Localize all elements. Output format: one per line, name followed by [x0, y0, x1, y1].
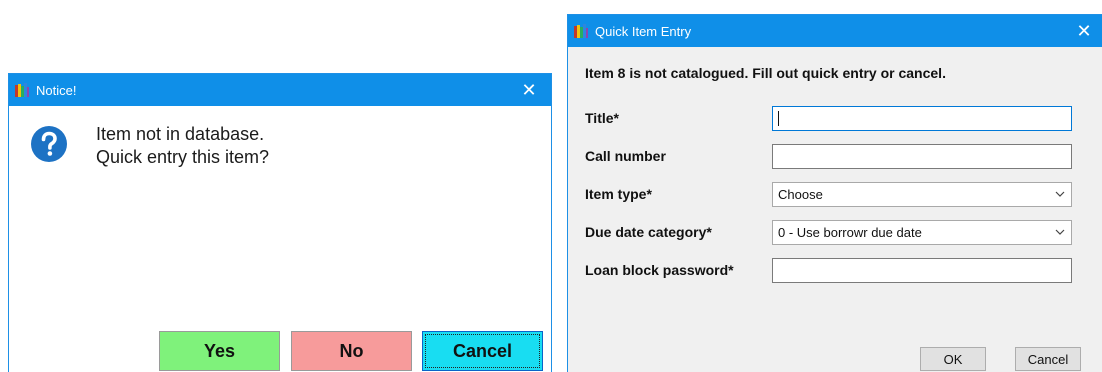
due-date-category-label: Due date category* — [585, 224, 712, 240]
chevron-down-icon — [1055, 229, 1065, 235]
quick-entry-dialog: Quick Item Entry ✕ Item 8 is not catalog… — [567, 14, 1102, 372]
title-field[interactable] — [772, 106, 1072, 131]
app-icon — [15, 83, 29, 97]
item-type-select[interactable]: Choose — [772, 182, 1072, 207]
quick-entry-titlebar[interactable]: Quick Item Entry ✕ — [568, 15, 1102, 47]
close-icon: ✕ — [1076, 20, 1092, 41]
cancel-button[interactable]: Cancel — [422, 331, 543, 371]
notice-message: Item not in database. Quick entry this i… — [96, 123, 269, 169]
item-type-label: Item type* — [585, 186, 652, 202]
ok-button[interactable]: OK — [920, 347, 986, 371]
quick-entry-heading: Item 8 is not catalogued. Fill out quick… — [585, 65, 946, 81]
loan-block-password-label: Loan block password* — [585, 262, 734, 278]
yes-button[interactable]: Yes — [159, 331, 280, 371]
notice-title: Notice! — [36, 82, 77, 98]
call-number-field[interactable] — [772, 144, 1072, 169]
chevron-down-icon — [1055, 191, 1065, 197]
notice-close-button[interactable]: ✕ — [507, 74, 551, 106]
question-icon — [31, 126, 67, 162]
item-type-selected: Choose — [778, 187, 823, 202]
notice-message-line2: Quick entry this item? — [96, 147, 270, 167]
app-icon — [574, 24, 588, 38]
quick-entry-title: Quick Item Entry — [595, 23, 692, 39]
quick-entry-close-button[interactable]: ✕ — [1066, 15, 1102, 47]
no-button[interactable]: No — [291, 331, 412, 371]
close-icon: ✕ — [521, 79, 537, 100]
due-date-category-select[interactable]: 0 - Use borrowr due date — [772, 220, 1072, 245]
notice-titlebar[interactable]: Notice! ✕ — [9, 74, 551, 106]
title-label: Title* — [585, 110, 619, 126]
loan-block-password-field[interactable] — [772, 258, 1072, 283]
notice-dialog: Notice! ✕ Item not in database. Quick en… — [8, 73, 552, 372]
quick-entry-cancel-button[interactable]: Cancel — [1015, 347, 1081, 371]
notice-message-line1: Item not in database. — [96, 124, 265, 144]
due-date-category-selected: 0 - Use borrowr due date — [778, 225, 922, 240]
text-caret — [778, 111, 779, 126]
call-number-label: Call number — [585, 148, 666, 164]
